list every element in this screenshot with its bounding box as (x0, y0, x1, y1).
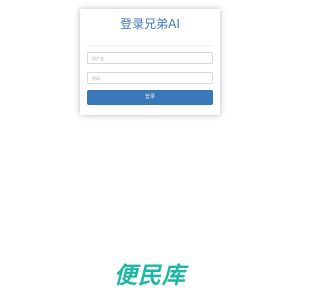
login-button[interactable]: 登录 (87, 90, 213, 105)
title-divider (87, 45, 213, 46)
site-logo: 便民库 (114, 263, 186, 289)
login-card: 登录兄弟AI 登录 (80, 9, 220, 115)
password-input[interactable] (87, 72, 213, 84)
login-title: 登录兄弟AI (120, 17, 180, 31)
login-page: 登录兄弟AI 登录 便民库 (0, 0, 300, 300)
username-input[interactable] (87, 52, 213, 64)
